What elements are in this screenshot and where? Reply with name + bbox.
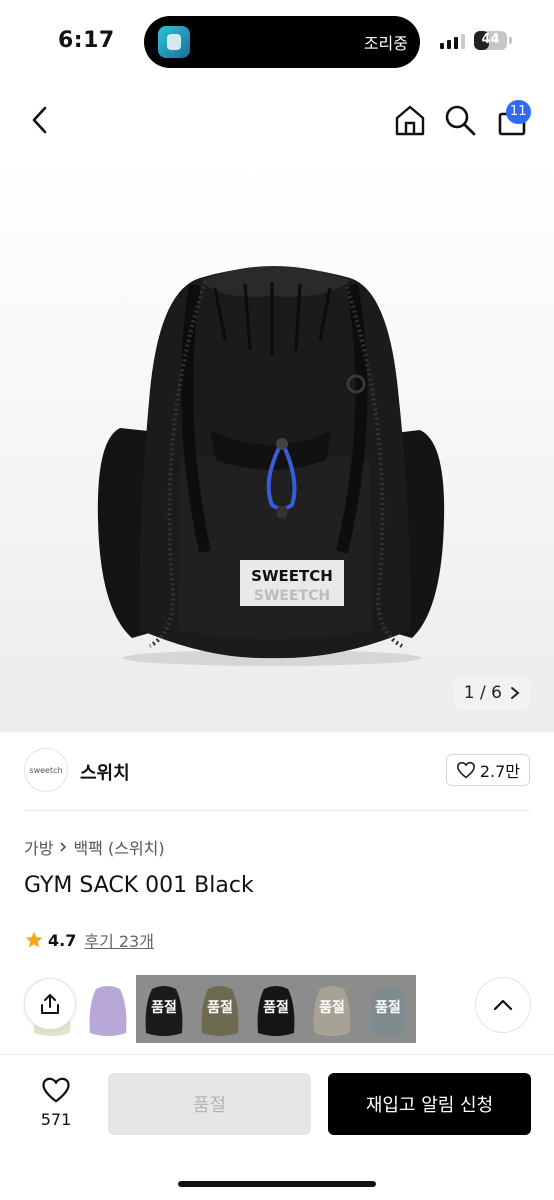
chevron-left-icon xyxy=(32,106,47,134)
soldout-label: 품절 xyxy=(375,1000,401,1016)
restock-alert-button[interactable]: 재입고 알림 신청 xyxy=(328,1073,531,1135)
brand-like-count: 2.7만 xyxy=(479,762,520,781)
soldout-label: 품절 xyxy=(263,1000,289,1016)
search-button[interactable] xyxy=(440,100,480,140)
bag-label-text-top: SWEETCH xyxy=(251,567,333,585)
home-button[interactable] xyxy=(390,100,430,140)
chevron-up-icon xyxy=(493,999,513,1011)
cart-count-badge: 11 xyxy=(506,100,531,124)
option-bag-image xyxy=(89,986,127,1036)
scroll-to-top-button[interactable] xyxy=(475,977,531,1033)
search-icon xyxy=(445,105,476,136)
color-option-thumbnail[interactable]: 품절 xyxy=(136,975,192,1043)
soldout-label: 품절 xyxy=(151,1000,177,1016)
soldout-label: 품절 xyxy=(207,1000,233,1016)
wishlist-count: 571 xyxy=(40,1110,72,1129)
image-page-current: 1 xyxy=(463,683,475,703)
brand-like-button[interactable]: 2.7만 xyxy=(445,754,530,786)
status-time: 6:17 xyxy=(58,28,115,53)
star-icon xyxy=(25,931,43,948)
divider xyxy=(24,810,530,811)
breadcrumb-category[interactable]: 가방 xyxy=(24,835,53,859)
dynamic-island[interactable]: 조리중 xyxy=(144,16,420,68)
live-activity-app-icon xyxy=(158,26,190,58)
color-option-thumbnail[interactable]: 품절 xyxy=(360,975,416,1043)
product-image: SWEETCH SWEETCH xyxy=(97,266,445,666)
heart-icon xyxy=(42,1077,70,1103)
bag-label-text-bottom: SWEETCH xyxy=(254,588,330,604)
product-rating: 4.7 후기 23개 xyxy=(24,928,154,952)
home-indicator[interactable] xyxy=(178,1181,376,1187)
breadcrumb-subcategory[interactable]: 백팩 (스위치) xyxy=(73,835,164,859)
brand-logo[interactable]: sweetch xyxy=(24,748,68,792)
brand-name[interactable]: 스위치 xyxy=(80,759,130,785)
breadcrumb: 가방 백팩 (스위치) xyxy=(24,835,165,859)
chevron-right-icon xyxy=(511,687,520,699)
back-button[interactable] xyxy=(22,102,58,138)
battery-level-text: 44 xyxy=(481,32,500,47)
share-icon xyxy=(41,994,59,1014)
color-option-thumbnail[interactable]: 품절 xyxy=(192,975,248,1043)
battery-cap xyxy=(509,37,512,44)
image-page-total: 6 xyxy=(491,683,502,703)
image-page-counter[interactable]: 1 / 6 xyxy=(453,676,530,710)
cellular-signal-icon xyxy=(440,34,465,49)
color-option-thumbnail[interactable]: 품절 xyxy=(248,975,304,1043)
rating-value: 4.7 xyxy=(48,930,77,950)
image-page-separator: / xyxy=(480,683,486,703)
product-title: GYM SACK 001 Black xyxy=(24,873,254,898)
home-icon xyxy=(395,105,425,136)
wishlist-button[interactable]: 571 xyxy=(24,1076,88,1129)
chevron-right-icon xyxy=(60,842,67,852)
product-image-carousel[interactable]: SWEETCH SWEETCH 1 / 6 xyxy=(0,160,554,732)
share-button[interactable] xyxy=(24,978,76,1030)
live-activity-text: 조리중 xyxy=(363,34,408,53)
battery-icon: 44 xyxy=(474,31,507,50)
heart-icon xyxy=(456,761,475,779)
color-option-thumbnail[interactable]: 품절 xyxy=(304,975,360,1043)
brand-row[interactable]: sweetch 스위치 2.7만 xyxy=(24,748,530,794)
color-option-strip: 품절 품절 품절 품절 품절 xyxy=(24,975,418,1043)
soldout-button[interactable]: 품절 xyxy=(108,1073,311,1135)
soldout-label: 품절 xyxy=(319,1000,345,1016)
status-bar: 6:17 조리중 44 xyxy=(0,0,554,80)
reviews-link[interactable]: 후기 23개 xyxy=(84,928,154,952)
color-option-thumbnail[interactable] xyxy=(80,975,136,1043)
